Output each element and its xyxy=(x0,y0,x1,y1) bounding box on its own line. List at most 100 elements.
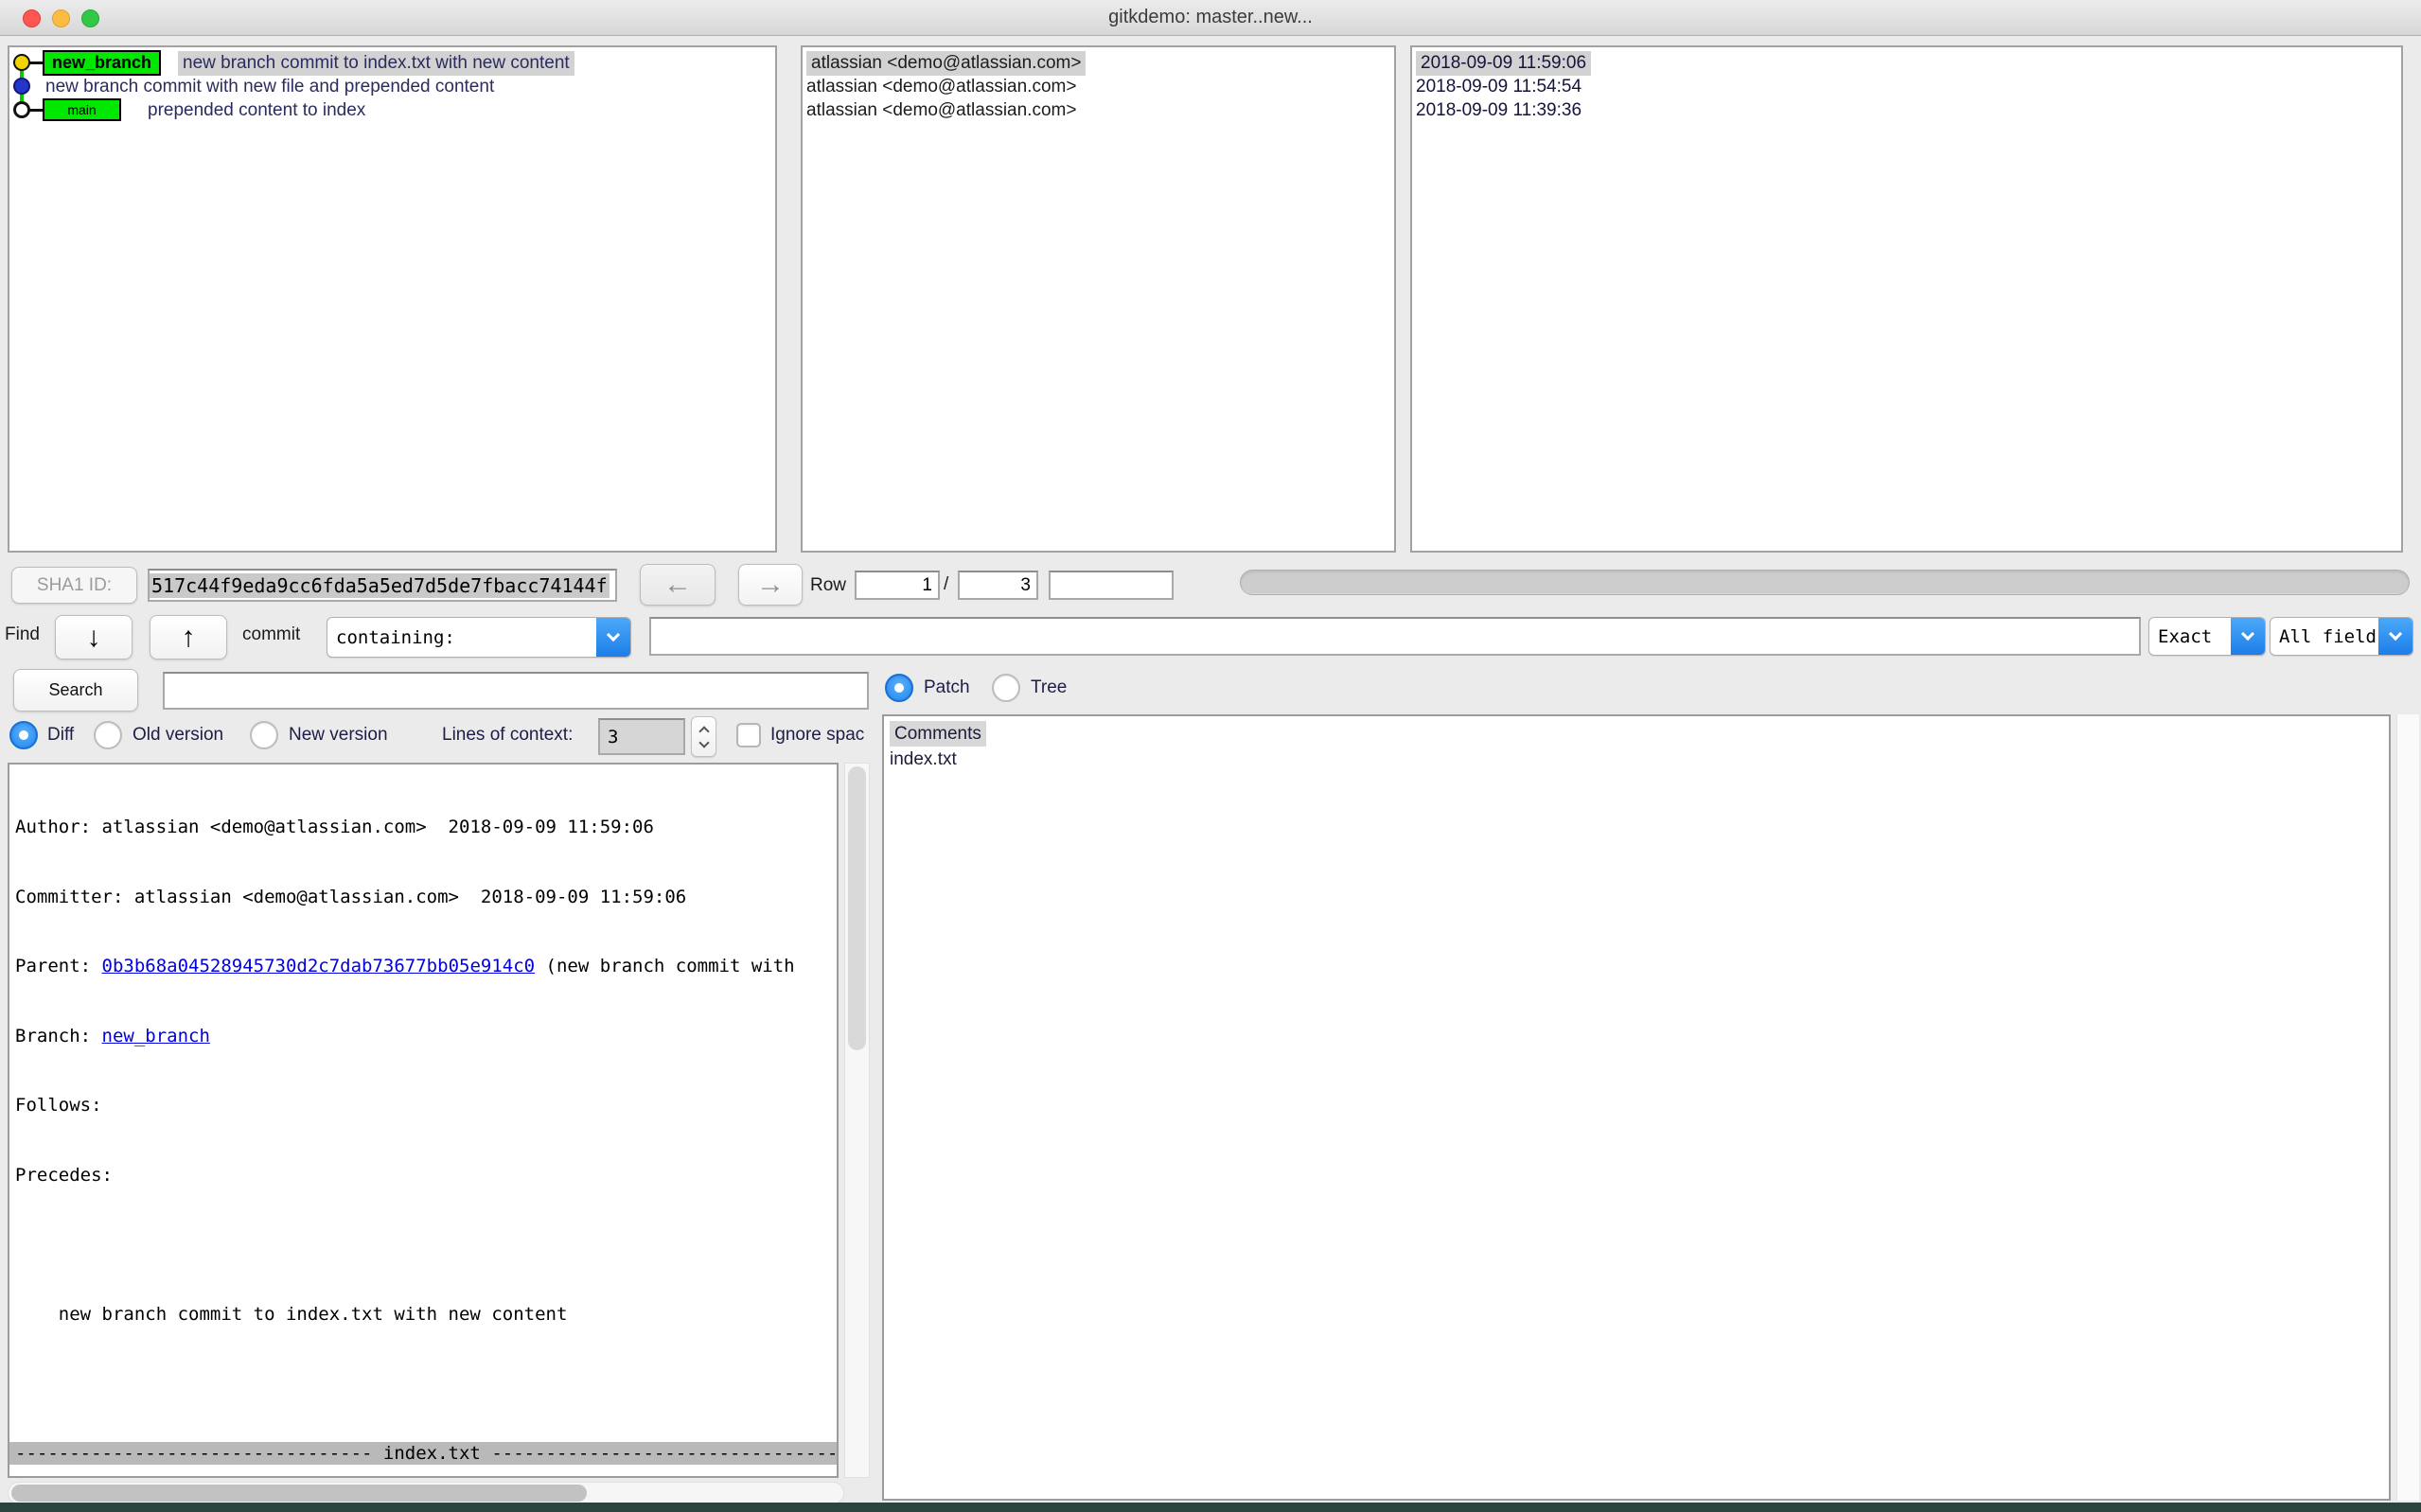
commit-summary[interactable]: new branch commit to index.txt with new … xyxy=(178,50,574,76)
branch-link[interactable]: new_branch xyxy=(102,1026,210,1046)
file-list-item[interactable]: Comments xyxy=(890,721,986,747)
authors-pane[interactable]: atlassian <demo@atlassian.com> atlassian… xyxy=(801,45,1396,553)
author-cell[interactable]: atlassian <demo@atlassian.com> xyxy=(806,77,1076,97)
file-list-scrollbar[interactable] xyxy=(2396,714,2419,1501)
commit-row[interactable]: main prepended content to index xyxy=(9,98,775,122)
fields-mode-value: All fields xyxy=(2279,625,2378,647)
search-button-label: Search xyxy=(48,680,103,699)
commit-row[interactable]: new_branch new branch commit to index.tx… xyxy=(9,50,775,76)
branch-ref-label[interactable]: new_branch xyxy=(43,50,161,76)
new-version-radio-label: New version xyxy=(289,725,388,745)
sha1-id-button[interactable]: SHA1 ID: xyxy=(11,567,137,604)
find-type-value: containing: xyxy=(336,626,455,648)
chevron-down-icon xyxy=(2378,618,2412,655)
find-type-dropdown[interactable]: containing: xyxy=(327,617,631,658)
find-input[interactable] xyxy=(649,617,2141,656)
author-cell[interactable]: atlassian <demo@atlassian.com> xyxy=(806,100,1076,121)
row-number-value: 1 xyxy=(922,574,932,595)
commit-node-icon[interactable] xyxy=(13,101,30,118)
diff-parent-line: Parent: 0b3b68a04528945730d2c7dab73677bb… xyxy=(15,955,837,978)
chevron-down-icon xyxy=(596,618,630,657)
scrollbar-thumb[interactable] xyxy=(848,766,866,1050)
tree-radio-label: Tree xyxy=(1031,677,1068,697)
diff-precedes-line: Precedes: xyxy=(15,1164,124,1186)
lines-of-context-input[interactable]: 3 xyxy=(598,718,685,755)
old-version-radio[interactable] xyxy=(94,721,122,749)
history-back-button[interactable]: ← xyxy=(640,564,716,606)
left-arrow-icon: ← xyxy=(663,569,692,600)
file-list-item[interactable]: index.txt xyxy=(890,749,957,769)
commit-list-scrollbar[interactable] xyxy=(1240,570,2410,595)
fields-mode-dropdown[interactable]: All fields xyxy=(2270,617,2413,656)
tree-radio[interactable] xyxy=(992,674,1020,702)
row-total-input[interactable]: 3 xyxy=(958,571,1038,600)
sha1-input[interactable]: 517c44f9eda9cc6fda5a5ed7d5de7fbacc74144f xyxy=(148,569,617,602)
commit-summary[interactable]: prepended content to index xyxy=(148,100,365,121)
history-forward-button[interactable]: → xyxy=(738,564,803,606)
commit-label: commit xyxy=(242,624,301,644)
diff-file-separator[interactable]: --------------------------------- index.… xyxy=(9,1441,837,1465)
old-version-radio-label: Old version xyxy=(133,725,224,745)
diff-horizontal-scrollbar[interactable] xyxy=(8,1482,844,1504)
commit-node-icon[interactable] xyxy=(13,78,30,95)
match-mode-dropdown[interactable]: Exact xyxy=(2148,617,2266,656)
lines-of-context-label: Lines of context: xyxy=(442,725,574,745)
sha1-value: 517c44f9eda9cc6fda5a5ed7d5de7fbacc74144f xyxy=(150,572,610,598)
scrollbar-thumb[interactable] xyxy=(11,1485,587,1502)
patch-radio-label: Patch xyxy=(924,677,970,697)
branch-label: Branch: xyxy=(15,1025,102,1046)
row-total-value: 3 xyxy=(1020,574,1031,595)
diff-radio-label: Diff xyxy=(47,725,75,745)
diff-blank-line xyxy=(15,1372,837,1396)
ignore-space-checkbox[interactable] xyxy=(736,723,761,747)
diff-radio[interactable] xyxy=(9,721,38,749)
stepper-down-icon[interactable] xyxy=(698,736,710,748)
commit-summary[interactable]: new branch commit with new file and prep… xyxy=(45,77,494,97)
diff-author-line: Author: atlassian <demo@atlassian.com> 2… xyxy=(15,817,654,837)
find-label: Find xyxy=(5,624,40,644)
commit-message-line: new branch commit to index.txt with new … xyxy=(15,1303,568,1325)
match-mode-value: Exact xyxy=(2158,625,2213,647)
row-label: Row xyxy=(810,575,847,595)
sha1-id-button-label: SHA1 ID: xyxy=(36,574,113,595)
window-title: gitkdemo: master..new... xyxy=(1108,7,1313,27)
commit-node-icon[interactable] xyxy=(13,54,30,71)
find-prev-button[interactable]: ↑ xyxy=(150,615,227,659)
chevron-down-icon xyxy=(2231,618,2265,655)
dates-pane[interactable]: 2018-09-09 11:59:06 2018-09-09 11:54:54 … xyxy=(1410,45,2403,553)
diff-pane[interactable]: Author: atlassian <demo@atlassian.com> 2… xyxy=(8,763,839,1478)
parent-summary: (new branch commit with xyxy=(535,956,795,976)
commit-row[interactable]: new branch commit with new file and prep… xyxy=(9,75,775,98)
parent-label: Parent: xyxy=(15,956,102,976)
diff-follows-line: Follows: xyxy=(15,1095,113,1116)
row-separator: / xyxy=(944,574,949,594)
diff-branch-line: Branch: new_branch xyxy=(15,1025,837,1048)
author-cell[interactable]: atlassian <demo@atlassian.com> xyxy=(806,50,1087,76)
date-cell[interactable]: 2018-09-09 11:59:06 xyxy=(1416,50,1592,76)
patch-radio[interactable] xyxy=(885,674,913,702)
window-bottom-edge xyxy=(0,1503,2421,1512)
title-bar: gitkdemo: master..new... xyxy=(0,0,2421,36)
search-input[interactable] xyxy=(163,672,869,710)
date-cell[interactable]: 2018-09-09 11:39:36 xyxy=(1416,100,1582,121)
file-list-pane[interactable]: Comments index.txt xyxy=(882,714,2391,1501)
find-next-button[interactable]: ↓ xyxy=(55,615,133,659)
ignore-space-label: Ignore spac xyxy=(770,725,865,745)
stepper-up-icon[interactable] xyxy=(698,725,710,737)
parent-sha-link[interactable]: 0b3b68a04528945730d2c7dab73677bb05e914c0 xyxy=(102,956,536,976)
search-button[interactable]: Search xyxy=(13,669,138,712)
diff-blank-line xyxy=(15,1233,837,1257)
row-extra-input[interactable] xyxy=(1049,571,1174,600)
lines-of-context-value: 3 xyxy=(608,726,619,747)
new-version-radio[interactable] xyxy=(250,721,278,749)
branch-ref-label[interactable]: main xyxy=(43,98,121,121)
date-cell[interactable]: 2018-09-09 11:54:54 xyxy=(1416,77,1582,97)
diff-committer-line: Committer: atlassian <demo@atlassian.com… xyxy=(15,886,687,907)
lines-of-context-stepper[interactable] xyxy=(691,716,716,757)
gitk-window: gitkdemo: master..new... new_branch new … xyxy=(0,0,2421,1512)
commit-graph-pane[interactable]: new_branch new branch commit to index.tx… xyxy=(8,45,777,553)
diff-vertical-scrollbar[interactable] xyxy=(844,763,870,1478)
row-number-input[interactable]: 1 xyxy=(855,571,940,600)
down-arrow-icon: ↓ xyxy=(86,621,101,653)
up-arrow-icon: ↑ xyxy=(181,621,196,653)
